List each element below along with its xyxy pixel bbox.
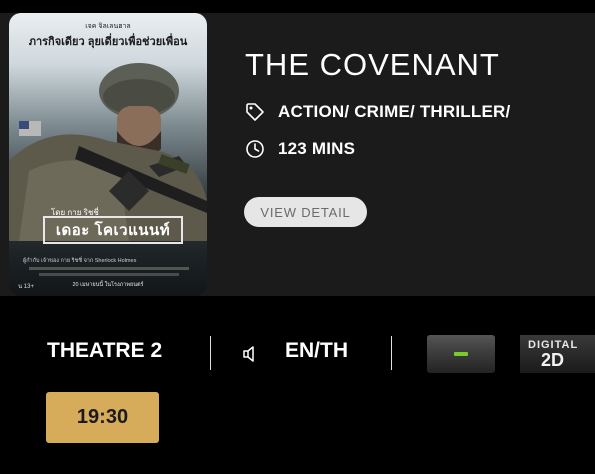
duration-row: 123 MINS [245,139,355,159]
speaker-icon [243,346,254,362]
theatre-label: THEATRE 2 [47,339,163,362]
poster-tagline-small: เจค จิลเลนฮาล [85,23,131,30]
divider [210,336,211,370]
poster-release: 20 เมษายนนี้ ในโรงภาพยนตร์ [72,282,144,288]
poster-thai-title: เดอะ โคเวแนนท์ [43,216,183,244]
movie-poster[interactable]: เจค จิลเลนฮาล ภารกิจเดียว ลุยเดี่ยวเพื่อ… [9,13,207,296]
poster-credit: ผู้กำกับ เจ้าของ กาย ริชชี่ จาก Sherlock… [23,258,137,264]
format-line2: 2D [541,350,565,370]
duration-text: 123 MINS [278,139,356,158]
movie-card: เจค จิลเลนฮาล ภารกิจเดียว ลุยเดี่ยวเพื่อ… [0,13,595,296]
poster-billing-block [29,267,189,270]
genre-text: ACTION/ CRIME/ THRILLER/ [278,102,511,121]
view-detail-button[interactable]: VIEW DETAIL [244,197,367,227]
genre-row: ACTION/ CRIME/ THRILLER/ [245,102,510,122]
format-badge [427,335,495,373]
clock-icon [246,140,264,158]
poster-billing-block [39,273,179,276]
movie-title: THE COVENANT [245,47,500,82]
tag-icon [246,103,264,121]
digital-2d-badge: DIGITAL 2D [520,335,595,373]
soldier-illustration [9,63,207,241]
showtime-button[interactable]: 19:30 [46,392,159,443]
poster-tagline: ภารกิจเดียว ลุยเดี่ยวเพื่อช่วยเพื่อน [28,36,188,48]
divider [391,336,392,370]
language-label: EN/TH [285,339,348,362]
format-indicator [454,352,468,356]
